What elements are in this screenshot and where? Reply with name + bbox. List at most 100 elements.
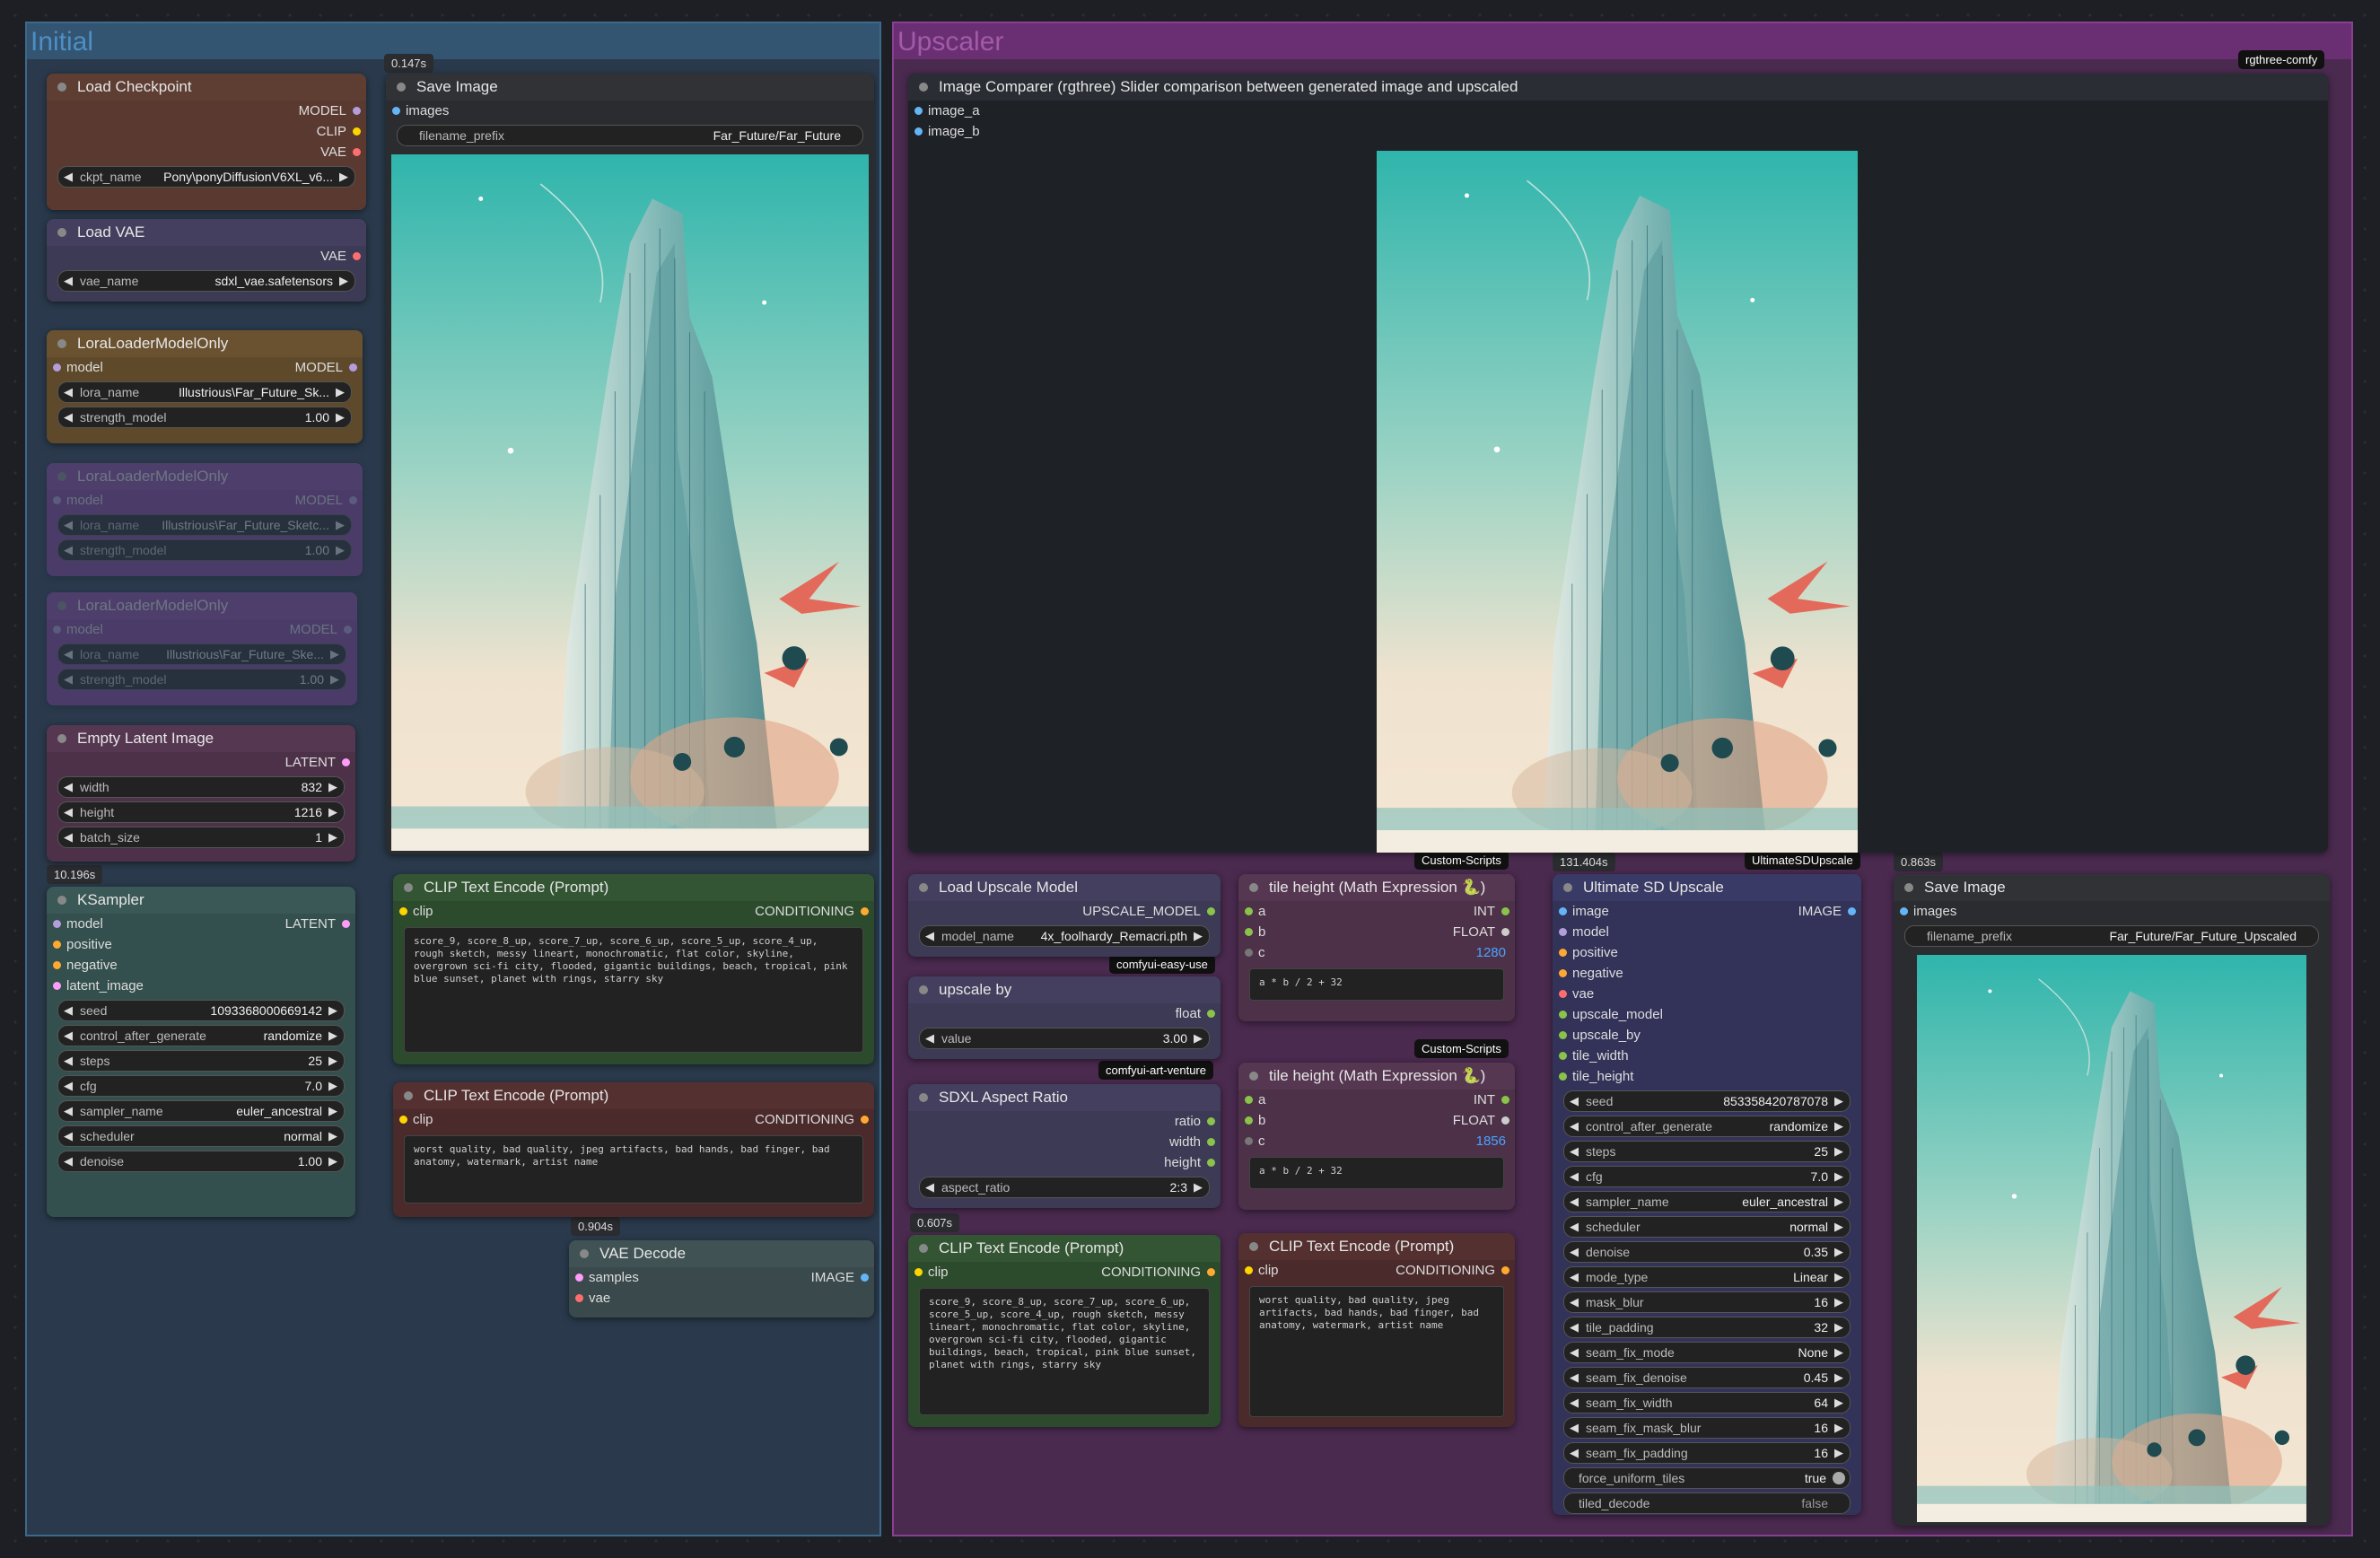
- widget-seam-fix-denoise[interactable]: ◀ seam_fix_denoise 0.45 ▶: [1563, 1367, 1851, 1388]
- value-input[interactable]: ◀ value 3.00 ▶: [919, 1028, 1210, 1049]
- node-vae-decode[interactable]: VAE Decode samples IMAGE vae: [569, 1240, 874, 1317]
- increment-arrow-icon[interactable]: ▶: [1834, 1116, 1843, 1136]
- input-pin[interactable]: [1245, 1096, 1253, 1104]
- tiled-decode-toggle[interactable]: tiled_decode false: [1563, 1492, 1851, 1514]
- node-clip-text-encode-negative[interactable]: CLIP Text Encode (Prompt) clip CONDITIONI…: [1238, 1233, 1515, 1427]
- generated-image-preview[interactable]: [391, 154, 869, 851]
- input-pin[interactable]: [1559, 1052, 1567, 1060]
- input-pin[interactable]: [1559, 1031, 1567, 1039]
- collapse-dot[interactable]: [57, 83, 66, 92]
- input-pin[interactable]: [1245, 1266, 1253, 1274]
- increment-arrow-icon[interactable]: ▶: [1834, 1443, 1843, 1463]
- decrement-arrow-icon[interactable]: ◀: [1570, 1167, 1579, 1186]
- input-pin[interactable]: [53, 920, 61, 928]
- input-pin[interactable]: [1245, 949, 1253, 957]
- collapse-dot[interactable]: [57, 472, 66, 481]
- node-ksampler[interactable]: KSampler model LATENT positive negative l…: [47, 887, 355, 1217]
- decrement-arrow-icon[interactable]: ◀: [1570, 1242, 1579, 1262]
- collapse-dot[interactable]: [1249, 883, 1258, 892]
- prompt-textarea[interactable]: score_9, score_8_up, score_7_up, score_6…: [919, 1288, 1210, 1415]
- decrement-arrow-icon[interactable]: ◀: [1570, 1091, 1579, 1111]
- output-pin[interactable]: [349, 363, 357, 372]
- input-pin[interactable]: [399, 1116, 407, 1124]
- decrement-arrow-icon[interactable]: ◀: [1570, 1116, 1579, 1136]
- output-pin[interactable]: [349, 496, 357, 504]
- collapse-dot[interactable]: [57, 734, 66, 743]
- input-pin[interactable]: [575, 1274, 583, 1282]
- increment-arrow-icon[interactable]: ▶: [328, 1026, 337, 1046]
- node-load-upscale-model[interactable]: Load Upscale Model UPSCALE_MODEL ◀ model_…: [908, 874, 1221, 957]
- node-save-image[interactable]: Save Image images filename_prefix Far_Fut…: [386, 74, 874, 854]
- decrement-arrow-icon[interactable]: ◀: [64, 1101, 73, 1121]
- collapse-dot[interactable]: [1249, 1072, 1258, 1081]
- output-pin[interactable]: [353, 107, 361, 115]
- decrement-arrow-icon[interactable]: ◀: [1570, 1443, 1579, 1463]
- output-pin[interactable]: [1207, 1138, 1215, 1146]
- output-pin[interactable]: [342, 758, 350, 766]
- widget-cfg[interactable]: ◀ cfg 7.0 ▶: [57, 1075, 345, 1097]
- input-pin[interactable]: [392, 107, 400, 115]
- widget-seed[interactable]: ◀ seed 1093368000669142 ▶: [57, 1000, 345, 1021]
- prompt-textarea[interactable]: worst quality, bad quality, jpeg artifac…: [404, 1135, 863, 1204]
- collapse-dot[interactable]: [404, 883, 413, 892]
- increment-arrow-icon[interactable]: ▶: [1834, 1142, 1843, 1161]
- decrement-arrow-icon[interactable]: ◀: [64, 1126, 73, 1146]
- widget-seam-fix-mode[interactable]: ◀ seam_fix_mode None ▶: [1563, 1342, 1851, 1363]
- collapse-dot[interactable]: [57, 339, 66, 348]
- node-load-checkpoint[interactable]: Load Checkpoint MODEL CLIP VAE ◀ ckpt_nam…: [47, 74, 366, 210]
- increment-arrow-icon[interactable]: ▶: [1834, 1368, 1843, 1387]
- input-pin[interactable]: [53, 982, 61, 990]
- decrement-arrow-icon[interactable]: ◀: [64, 1001, 73, 1020]
- strength-model-slider[interactable]: ◀ strength_model 1.00 ▶: [57, 669, 346, 690]
- input-pin[interactable]: [53, 941, 61, 949]
- prompt-textarea[interactable]: worst quality, bad quality, jpeg artifac…: [1249, 1286, 1504, 1417]
- widget-scheduler[interactable]: ◀ scheduler normal ▶: [57, 1125, 345, 1147]
- widget-seed[interactable]: ◀ seed 853358420787078 ▶: [1563, 1090, 1851, 1112]
- output-pin[interactable]: [1207, 1159, 1215, 1167]
- collapse-dot[interactable]: [1563, 883, 1572, 892]
- increment-arrow-icon[interactable]: ▶: [328, 1101, 337, 1121]
- input-pin[interactable]: [1559, 969, 1567, 977]
- output-pin[interactable]: [1501, 907, 1509, 915]
- input-pin[interactable]: [575, 1294, 583, 1302]
- node-lora-loader[interactable]: LoraLoaderModelOnly model MODEL ◀ lora_nam…: [47, 330, 363, 443]
- input-pin[interactable]: [399, 907, 407, 915]
- decrement-arrow-icon[interactable]: ◀: [64, 1076, 73, 1096]
- node-load-vae[interactable]: Load VAE VAE ◀ vae_name sdxl_vae.safetenso…: [47, 219, 366, 302]
- decrement-arrow-icon[interactable]: ◀: [1570, 1267, 1579, 1287]
- decrement-arrow-icon[interactable]: ◀: [1570, 1192, 1579, 1212]
- node-empty-latent[interactable]: Empty Latent Image LATENT ◀ width 832 ▶ ◀ he…: [47, 725, 355, 862]
- increment-arrow-icon[interactable]: ▶: [328, 1076, 337, 1096]
- increment-arrow-icon[interactable]: ▶: [1834, 1167, 1843, 1186]
- widget-sampler-name[interactable]: ◀ sampler_name euler_ancestral ▶: [57, 1100, 345, 1122]
- input-pin[interactable]: [914, 107, 923, 115]
- input-pin[interactable]: [1245, 1116, 1253, 1125]
- widget-steps[interactable]: ◀ steps 25 ▶: [1563, 1141, 1851, 1162]
- input-pin[interactable]: [53, 626, 61, 634]
- lora-name-combo[interactable]: ◀ lora_name Illustrious\Far_Future_Sketc..…: [57, 514, 352, 536]
- node-clip-text-encode-positive[interactable]: CLIP Text Encode (Prompt) clip CONDITIONI…: [908, 1235, 1221, 1427]
- decrement-arrow-icon[interactable]: ◀: [64, 1051, 73, 1071]
- width-input[interactable]: ◀ width 832 ▶: [57, 776, 345, 798]
- input-pin[interactable]: [53, 363, 61, 372]
- widget-denoise[interactable]: ◀ denoise 1.00 ▶: [57, 1151, 345, 1172]
- input-pin[interactable]: [1245, 1137, 1253, 1145]
- input-pin[interactable]: [1559, 1011, 1567, 1019]
- collapse-dot[interactable]: [1904, 883, 1913, 892]
- input-pin[interactable]: [1245, 907, 1253, 915]
- decrement-arrow-icon[interactable]: ◀: [1570, 1393, 1579, 1413]
- collapse-dot[interactable]: [57, 601, 66, 610]
- increment-arrow-icon[interactable]: ▶: [1834, 1267, 1843, 1287]
- input-pin[interactable]: [1559, 907, 1567, 915]
- widget-scheduler[interactable]: ◀ scheduler normal ▶: [1563, 1216, 1851, 1238]
- input-pin[interactable]: [1559, 990, 1567, 998]
- input-pin[interactable]: [53, 961, 61, 969]
- collapse-dot[interactable]: [404, 1091, 413, 1100]
- increment-arrow-icon[interactable]: ▶: [1834, 1242, 1843, 1262]
- input-pin[interactable]: [1900, 907, 1908, 915]
- output-pin[interactable]: [1207, 1010, 1215, 1018]
- increment-arrow-icon[interactable]: ▶: [328, 1051, 337, 1071]
- collapse-dot[interactable]: [919, 883, 928, 892]
- widget-seam-fix-padding[interactable]: ◀ seam_fix_padding 16 ▶: [1563, 1442, 1851, 1464]
- lora-name-combo[interactable]: ◀ lora_name Illustrious\Far_Future_Sk... ▶: [57, 381, 352, 403]
